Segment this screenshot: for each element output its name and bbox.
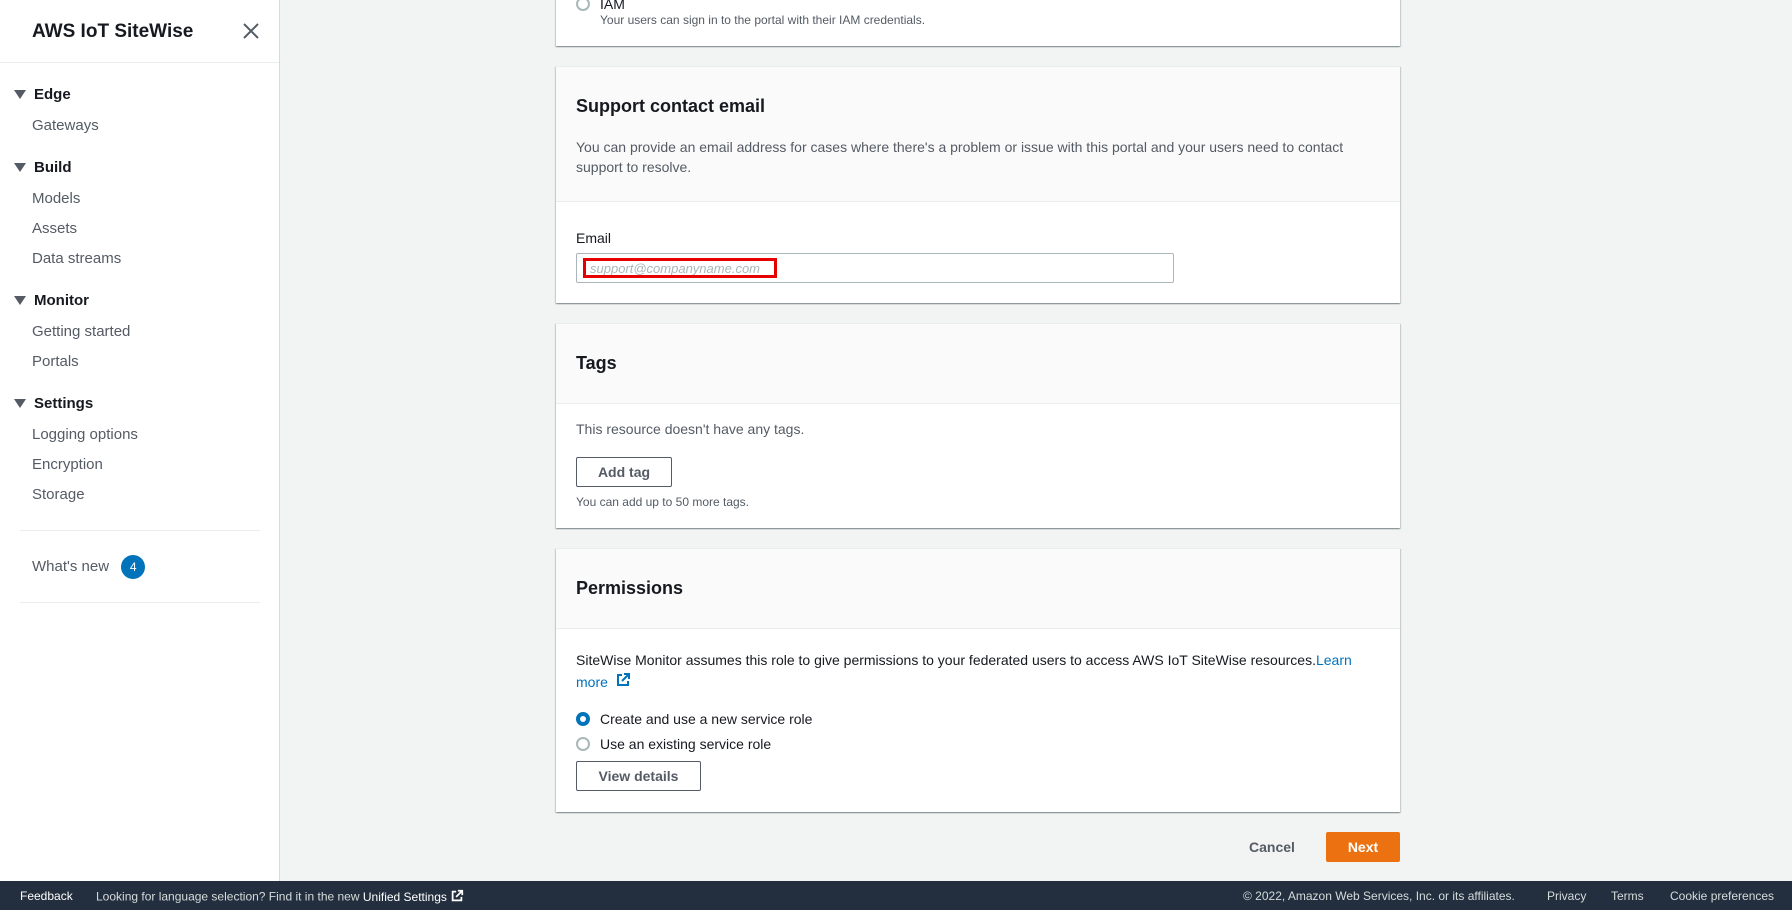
tags-limit-note: You can add up to 50 more tags.	[576, 495, 750, 509]
sidebar-section-label: Monitor	[34, 292, 89, 309]
sidebar-section-label: Settings	[34, 395, 94, 412]
sidebar-item-whats-new[interactable]: What's new 4	[32, 555, 146, 579]
support-email-title: Support contact email	[576, 96, 766, 116]
external-link-icon	[615, 672, 631, 694]
radio-label: Create and use a new service role	[600, 711, 813, 727]
tags-panel: Tags This resource doesn't have any tags…	[556, 323, 1400, 528]
caret-down-icon	[14, 90, 26, 99]
close-icon[interactable]	[240, 20, 262, 42]
radio-use-existing-role[interactable]: Use an existing service role	[576, 736, 771, 752]
auth-option-iam[interactable]: IAM	[576, 0, 625, 12]
next-button[interactable]: Next	[1326, 832, 1400, 862]
whats-new-label: What's new	[32, 557, 110, 575]
unified-settings-link[interactable]: Unified Settings	[363, 890, 464, 904]
permissions-description: SiteWise Monitor assumes this role to gi…	[576, 649, 1360, 694]
notification-badge: 4	[121, 555, 146, 579]
add-tag-button[interactable]: Add tag	[576, 457, 672, 487]
email-label: Email	[576, 230, 612, 246]
radio-create-new-role[interactable]: Create and use a new service role	[576, 711, 812, 727]
cookie-preferences-link[interactable]: Cookie preferences	[1670, 889, 1774, 903]
side-navigation: AWS IoT SiteWise Edge Gateways Build Mod…	[0, 0, 280, 881]
permissions-title: Permissions	[576, 578, 684, 598]
sidebar-item-data-streams[interactable]: Data streams	[32, 250, 121, 267]
sidebar-item-encryption[interactable]: Encryption	[32, 456, 103, 473]
panel-header: Tags	[556, 324, 1400, 404]
sidebar-section-settings[interactable]: Settings	[14, 395, 93, 412]
external-link-icon	[450, 889, 464, 906]
radio-label: Use an existing service role	[600, 736, 772, 752]
support-email-description: You can provide an email address for cas…	[576, 139, 1344, 175]
sidebar-header: AWS IoT SiteWise	[0, 0, 279, 63]
tags-empty-text: This resource doesn't have any tags.	[576, 421, 805, 437]
permissions-description-text: SiteWise Monitor assumes this role to gi…	[576, 652, 1316, 668]
permissions-panel: Permissions SiteWise Monitor assumes thi…	[556, 548, 1400, 812]
sidebar-title[interactable]: AWS IoT SiteWise	[32, 21, 193, 43]
sidebar-item-storage[interactable]: Storage	[32, 486, 85, 503]
sidebar-section-label: Build	[34, 159, 72, 176]
email-field-container	[576, 253, 1174, 283]
privacy-link[interactable]: Privacy	[1547, 889, 1586, 903]
sidebar-item-portals[interactable]: Portals	[32, 353, 79, 370]
console-footer: Feedback Looking for language selection?…	[0, 881, 1792, 910]
language-notice: Looking for language selection? Find it …	[96, 889, 464, 906]
sidebar-item-models[interactable]: Models	[32, 190, 80, 207]
sidebar-section-edge[interactable]: Edge	[14, 86, 71, 103]
sidebar-section-build[interactable]: Build	[14, 159, 72, 176]
auth-option-description: Your users can sign in to the portal wit…	[600, 13, 926, 27]
sidebar-divider	[20, 530, 260, 531]
radio-button[interactable]	[576, 737, 590, 751]
auth-option-label: IAM	[600, 0, 625, 12]
unified-settings-label: Unified Settings	[362, 889, 447, 904]
email-input[interactable]	[583, 258, 777, 278]
panel-header: Support contact email You can provide an…	[556, 67, 1400, 202]
sidebar-item-gateways[interactable]: Gateways	[32, 117, 99, 134]
authentication-panel: IAM Your users can sign in to the portal…	[556, 0, 1400, 46]
radio-button-checked[interactable]	[576, 712, 590, 726]
sidebar-item-logging-options[interactable]: Logging options	[32, 426, 138, 443]
sidebar-section-monitor[interactable]: Monitor	[14, 292, 89, 309]
feedback-link[interactable]: Feedback	[20, 889, 73, 903]
copyright-text: © 2022, Amazon Web Services, Inc. or its…	[1243, 889, 1515, 903]
terms-link[interactable]: Terms	[1611, 889, 1644, 903]
tags-title: Tags	[576, 353, 617, 373]
language-notice-text: Looking for language selection? Find it …	[96, 889, 360, 904]
caret-down-icon	[14, 163, 26, 172]
sidebar-item-getting-started[interactable]: Getting started	[32, 323, 130, 340]
sidebar-divider	[20, 602, 260, 603]
support-email-panel: Support contact email You can provide an…	[556, 66, 1400, 303]
view-details-button[interactable]: View details	[576, 761, 701, 791]
panel-header: Permissions	[556, 549, 1400, 629]
caret-down-icon	[14, 296, 26, 305]
sidebar-item-assets[interactable]: Assets	[32, 220, 77, 237]
sidebar-section-label: Edge	[34, 86, 71, 103]
radio-button[interactable]	[576, 0, 590, 11]
caret-down-icon	[14, 399, 26, 408]
cancel-button[interactable]: Cancel	[1236, 832, 1308, 862]
